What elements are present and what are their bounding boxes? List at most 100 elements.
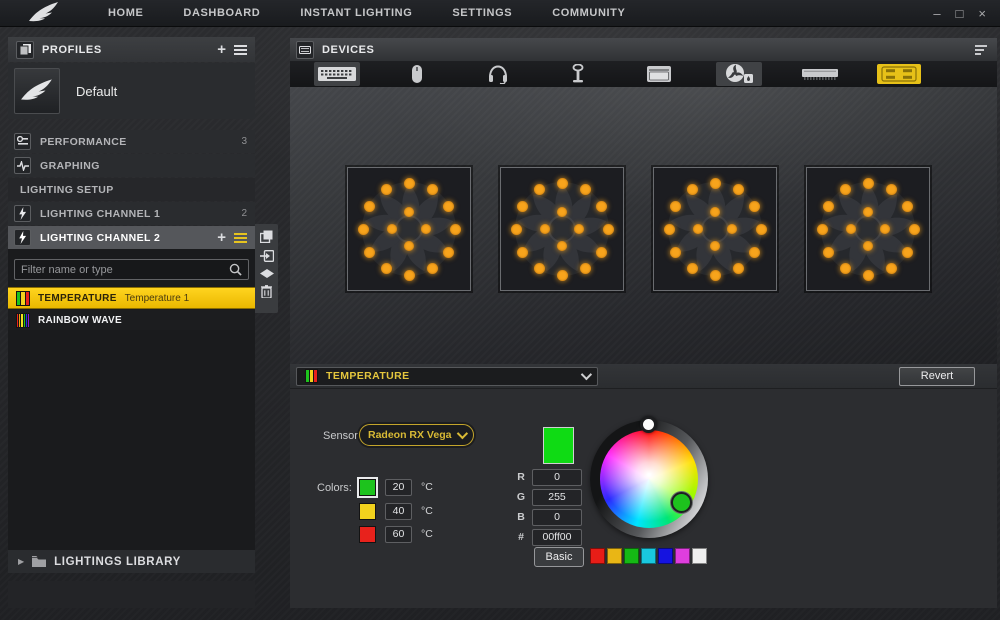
fan-led[interactable]: [404, 241, 414, 251]
temp-stop-swatch[interactable]: [359, 479, 376, 496]
fan[interactable]: [347, 167, 471, 291]
palette-swatch[interactable]: [658, 548, 673, 564]
revert-button[interactable]: Revert: [899, 367, 975, 386]
fan-led[interactable]: [427, 184, 438, 195]
fan-led[interactable]: [364, 247, 375, 258]
lightings-library-toggle[interactable]: ▶ LIGHTINGS LIBRARY: [8, 550, 255, 573]
device-ram[interactable]: [797, 62, 843, 86]
fan-led[interactable]: [603, 224, 614, 235]
sidebar-item-performance[interactable]: PERFORMANCE 3: [8, 130, 255, 153]
sidebar-item-lighting-setup[interactable]: LIGHTING SETUP: [8, 178, 255, 201]
fan-led[interactable]: [443, 201, 454, 212]
fan[interactable]: [500, 167, 624, 291]
fan-led[interactable]: [817, 224, 828, 235]
fan-led[interactable]: [823, 247, 834, 258]
g-input[interactable]: [532, 489, 582, 506]
temp-value-input[interactable]: [385, 526, 412, 543]
add-profile-button[interactable]: +: [217, 42, 226, 57]
channel-menu-icon[interactable]: [234, 233, 247, 243]
fan-led[interactable]: [846, 224, 856, 234]
fan-led[interactable]: [580, 263, 591, 274]
filter-field[interactable]: [14, 259, 249, 280]
lighting-mode-dropdown[interactable]: TEMPERATURE: [296, 367, 598, 386]
fan-led[interactable]: [534, 184, 545, 195]
nav-dashboard[interactable]: DASHBOARD: [183, 7, 260, 19]
fan-led[interactable]: [443, 247, 454, 258]
temp-value-input[interactable]: [385, 479, 412, 496]
hue-disc[interactable]: [600, 430, 698, 528]
device-fan-cooler[interactable]: [716, 62, 762, 86]
lighting-item-rainbow-wave[interactable]: RAINBOW WAVE: [8, 310, 255, 330]
fan-led[interactable]: [557, 270, 568, 281]
sidebar-item-lighting-channel-2[interactable]: LIGHTING CHANNEL 2 +: [8, 226, 255, 249]
fan-led[interactable]: [381, 263, 392, 274]
fan-led[interactable]: [557, 207, 567, 217]
lighting-item-temperature[interactable]: TEMPERATURE Temperature 1: [8, 287, 255, 309]
device-headset[interactable]: [475, 62, 521, 86]
fan-led[interactable]: [863, 241, 873, 251]
fan-led[interactable]: [687, 263, 698, 274]
fan-led[interactable]: [540, 224, 550, 234]
fan-led[interactable]: [863, 270, 874, 281]
fan-led[interactable]: [840, 184, 851, 195]
fan-led[interactable]: [511, 224, 522, 235]
fan-led[interactable]: [749, 247, 760, 258]
palette-swatch[interactable]: [607, 548, 622, 564]
fan-led[interactable]: [450, 224, 461, 235]
fan-led[interactable]: [557, 178, 568, 189]
close-button[interactable]: ×: [978, 7, 986, 20]
fan-led[interactable]: [534, 263, 545, 274]
fan-led[interactable]: [557, 241, 567, 251]
fan-led[interactable]: [517, 201, 528, 212]
device-keyboard[interactable]: [314, 62, 360, 86]
temp-value-input[interactable]: [385, 503, 412, 520]
fan-led[interactable]: [664, 224, 675, 235]
color-wheel[interactable]: [590, 420, 708, 538]
fan-led[interactable]: [404, 178, 415, 189]
fan-led[interactable]: [404, 207, 414, 217]
fan-led[interactable]: [863, 178, 874, 189]
device-mouse[interactable]: [394, 62, 440, 86]
fan-led[interactable]: [596, 247, 607, 258]
nav-settings[interactable]: SETTINGS: [452, 7, 512, 19]
fan-led[interactable]: [364, 201, 375, 212]
fan-led[interactable]: [670, 247, 681, 258]
copy-icon[interactable]: [260, 230, 273, 243]
fan-led[interactable]: [427, 263, 438, 274]
r-input[interactable]: [532, 469, 582, 486]
filter-input[interactable]: [21, 264, 229, 276]
minimize-button[interactable]: –: [933, 7, 940, 20]
fan[interactable]: [653, 167, 777, 291]
fan-led[interactable]: [574, 224, 584, 234]
fan-led[interactable]: [710, 207, 720, 217]
maximize-button[interactable]: □: [956, 7, 964, 20]
export-icon[interactable]: [260, 250, 274, 262]
fan-led[interactable]: [909, 224, 920, 235]
fan-led[interactable]: [823, 201, 834, 212]
fan-led[interactable]: [596, 201, 607, 212]
basic-button[interactable]: Basic: [534, 547, 584, 567]
temp-stop-swatch[interactable]: [359, 503, 376, 520]
fan-led[interactable]: [886, 184, 897, 195]
brightness-knob[interactable]: [640, 416, 657, 433]
fan-led[interactable]: [749, 201, 760, 212]
fan-led[interactable]: [580, 184, 591, 195]
fan-led[interactable]: [710, 241, 720, 251]
trash-icon[interactable]: [261, 285, 272, 298]
color-selector[interactable]: [671, 492, 692, 513]
fan-led[interactable]: [886, 263, 897, 274]
sidebar-item-lighting-channel-1[interactable]: LIGHTING CHANNEL 1 2: [8, 202, 255, 225]
fan-led[interactable]: [902, 247, 913, 258]
palette-swatch[interactable]: [590, 548, 605, 564]
sensor-dropdown[interactable]: Radeon RX Vega T...: [359, 424, 474, 446]
fan-led[interactable]: [693, 224, 703, 234]
device-headset-stand[interactable]: [555, 62, 601, 86]
fan-led[interactable]: [733, 263, 744, 274]
fan-led[interactable]: [387, 224, 397, 234]
fan-led[interactable]: [687, 184, 698, 195]
fan-led[interactable]: [358, 224, 369, 235]
palette-swatch[interactable]: [641, 548, 656, 564]
palette-swatch[interactable]: [675, 548, 690, 564]
diamond-icon[interactable]: [260, 269, 274, 278]
fan-led[interactable]: [381, 184, 392, 195]
